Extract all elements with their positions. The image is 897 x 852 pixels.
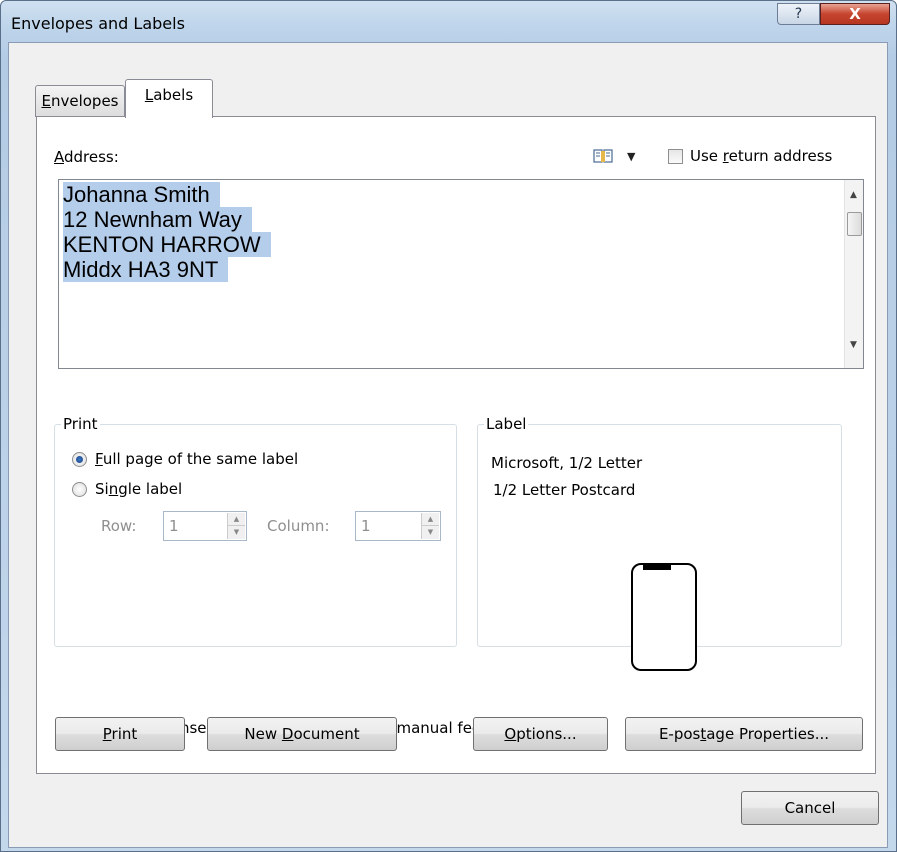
options-label: ptions... <box>516 725 577 743</box>
use-return-address-post: eturn address <box>728 147 833 165</box>
epostage-properties-button[interactable]: E-postage Properties... <box>625 717 863 751</box>
print-groupbox: Print Full page of the same label Single… <box>54 415 457 647</box>
address-line-3: KENTON HARROW <box>63 232 271 257</box>
close-icon: X <box>849 5 861 23</box>
row-label: Row: <box>101 517 137 535</box>
row-up-icon[interactable]: ▲ <box>228 513 245 526</box>
address-line: KENTON HARROW <box>63 232 271 257</box>
help-icon: ? <box>794 6 803 22</box>
close-button[interactable]: X <box>820 3 890 25</box>
column-spinner[interactable]: 1 ▲ ▼ <box>355 511 441 541</box>
new-document-button[interactable]: New Document <box>207 717 397 751</box>
label-vendor-text: Microsoft, 1/2 Letter <box>491 454 643 472</box>
tab-labels-label: abels <box>153 86 194 104</box>
epostage-post: age Properties... <box>706 725 830 743</box>
scroll-up-icon[interactable]: ▲ <box>850 190 857 200</box>
window-title: Envelopes and Labels <box>11 14 185 33</box>
address-label-hotkey: A <box>54 148 64 166</box>
tab-envelopes[interactable]: Envelopes <box>35 85 125 117</box>
print-group-title: Print <box>61 415 100 433</box>
single-label-hotkey: n <box>108 480 119 498</box>
full-page-hotkey: F <box>95 450 103 468</box>
address-line: Johanna Smith <box>63 182 271 207</box>
use-return-address-label[interactable]: Use return address <box>690 147 832 165</box>
single-label-label[interactable]: Single label <box>95 480 182 498</box>
print-button[interactable]: Print <box>55 717 185 751</box>
tab-envelopes-hotkey: E <box>41 92 51 110</box>
address-book-dropdown-arrow-icon[interactable]: ▼ <box>627 150 635 163</box>
help-button[interactable]: ? <box>777 3 820 25</box>
epostage-pre: E-pos <box>658 725 701 743</box>
tab-labels-hotkey: L <box>144 86 154 104</box>
address-textarea[interactable]: Johanna Smith 12 Newnham Way KENTON HARR… <box>58 179 864 369</box>
label-preview-image[interactable] <box>631 563 697 671</box>
dialog-body: Envelopes Labels Address: ▼ Use return a… <box>8 42 888 848</box>
title-bar[interactable]: Envelopes and Labels ? X <box>1 1 896 43</box>
address-line: 12 Newnham Way <box>63 207 271 232</box>
print-button-hotkey: P <box>102 725 112 743</box>
address-scrollbar[interactable]: ▲ ▼ <box>844 180 863 368</box>
full-page-label[interactable]: Full page of the same label <box>95 450 298 468</box>
address-label: Address: <box>54 148 119 166</box>
use-return-address-pre: Use <box>690 147 723 165</box>
scroll-thumb[interactable] <box>847 212 862 236</box>
column-down-icon[interactable]: ▼ <box>422 526 439 539</box>
labels-tab-panel: Address: ▼ Use return address Johanna Sm… <box>36 116 876 774</box>
options-button[interactable]: Options... <box>473 717 608 751</box>
address-book-icon[interactable] <box>593 148 613 164</box>
scroll-down-icon[interactable]: ▼ <box>850 340 857 350</box>
cancel-button[interactable]: Cancel <box>741 791 879 825</box>
label-product-text: 1/2 Letter Postcard <box>493 481 636 499</box>
row-down-icon[interactable]: ▼ <box>228 526 245 539</box>
label-group-title: Label <box>484 415 529 433</box>
column-up-icon[interactable]: ▲ <box>422 513 439 526</box>
address-label-text: ddress: <box>64 148 119 166</box>
tab-envelopes-label: nvelopes <box>50 92 119 110</box>
address-line-1: Johanna Smith <box>63 182 220 207</box>
row-spinner[interactable]: 1 ▲ ▼ <box>163 511 247 541</box>
column-value: 1 <box>361 517 371 535</box>
full-page-radio[interactable] <box>72 452 87 467</box>
use-return-address-checkbox[interactable] <box>668 149 683 164</box>
single-label-radio[interactable] <box>72 482 87 497</box>
single-label-post: gle label <box>118 480 183 498</box>
full-page-text: ull page of the same label <box>102 450 299 468</box>
new-document-post: ocument <box>293 725 360 743</box>
row-value: 1 <box>169 517 179 535</box>
label-preview-bar <box>643 565 671 570</box>
new-document-pre: New <box>244 725 282 743</box>
address-line-2: 12 Newnham Way <box>63 207 252 232</box>
column-label: Column: <box>267 517 330 535</box>
new-document-hotkey: D <box>281 725 294 743</box>
single-label-pre: Si <box>95 480 109 498</box>
options-hotkey: O <box>504 725 517 743</box>
tab-labels[interactable]: Labels <box>125 79 213 118</box>
address-line-4: Middx HA3 9NT <box>63 257 229 282</box>
print-button-label: rint <box>111 725 138 743</box>
address-line: Middx HA3 9NT <box>63 257 271 282</box>
